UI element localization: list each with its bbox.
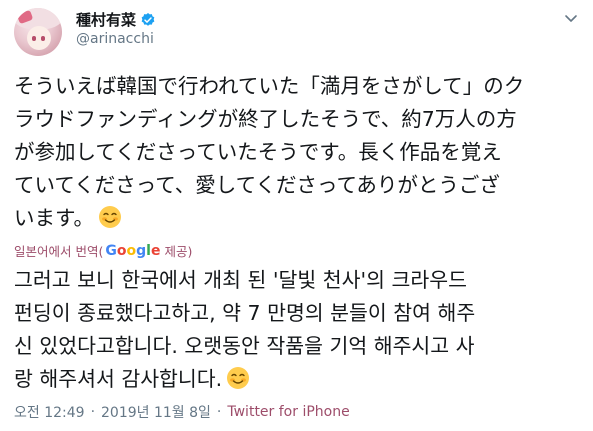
tweet-body: そういえば韓国で行われていた「満月をさがして」のク ラウドファンディングが終了し… bbox=[14, 70, 586, 235]
tweet-meta: 오전 12:49 · 2019년 11월 8일 · Twitter for iP… bbox=[14, 402, 350, 422]
translated-by-label[interactable]: 일본어에서 번역( bbox=[14, 241, 103, 260]
tweet-text: そういえば韓国で行われていた「満月をさがして」のク ラウドファンディングが終了し… bbox=[14, 74, 525, 230]
translated-body: 그러고 보니 한국에서 개최 된 '달빛 천사'의 크라우드 펀딩이 종료했다고… bbox=[14, 264, 586, 396]
smiling-face-blush-emoji-icon bbox=[98, 206, 121, 228]
tweet-date[interactable]: 2019년 11월 8일 bbox=[101, 402, 211, 422]
meta-separator: · bbox=[216, 404, 222, 420]
avatar-face bbox=[27, 26, 51, 50]
tweet-source-link[interactable]: Twitter for iPhone bbox=[227, 404, 349, 420]
google-logo: Google bbox=[105, 242, 161, 259]
translated-by-credit: 제공) bbox=[164, 244, 193, 259]
smiling-face-blush-emoji-icon bbox=[227, 367, 250, 389]
avatar[interactable] bbox=[14, 8, 62, 56]
display-name-text[interactable]: 種村有菜 bbox=[76, 9, 136, 30]
user-handle[interactable]: @arinacchi bbox=[76, 31, 154, 47]
translated-by[interactable]: 일본어에서 번역( Google 제공) bbox=[14, 241, 192, 260]
avatar-eye bbox=[32, 36, 36, 41]
meta-separator: · bbox=[90, 404, 96, 420]
verified-badge-icon bbox=[141, 12, 155, 26]
user-display-name[interactable]: 種村有菜 bbox=[76, 9, 156, 30]
chevron-down-icon[interactable] bbox=[563, 10, 579, 26]
avatar-eye bbox=[41, 36, 45, 41]
tweet-time[interactable]: 오전 12:49 bbox=[14, 402, 85, 422]
